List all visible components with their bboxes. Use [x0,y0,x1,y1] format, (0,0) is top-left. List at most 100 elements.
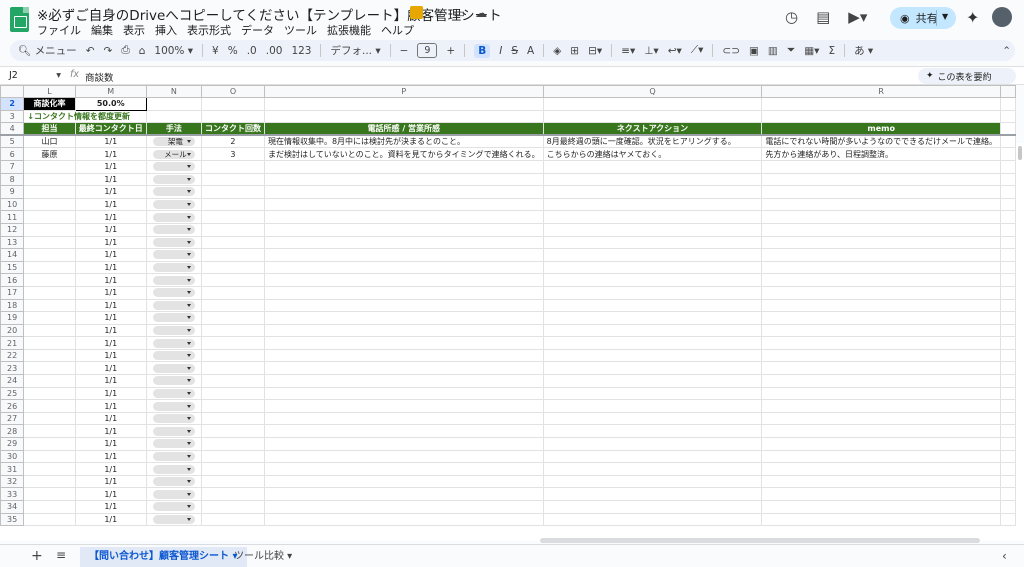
cell[interactable] [1000,285,1016,300]
collapse-toolbar-icon[interactable]: ⌃ [1002,45,1011,57]
count-cell[interactable] [200,222,265,237]
memo-cell[interactable] [761,386,1002,401]
method-dropdown-chip[interactable] [152,363,195,373]
count-cell[interactable] [200,399,265,413]
next-action-cell[interactable] [542,348,763,363]
bold-button[interactable]: B [474,43,491,58]
memo-cell[interactable] [761,273,1002,287]
sales-notes-cell[interactable] [263,336,544,350]
gemini-icon[interactable]: ✦ [966,8,979,27]
owner-cell[interactable]: 山口 [23,134,76,149]
method-dropdown-chip[interactable] [152,325,195,335]
method-cell[interactable] [145,248,202,262]
memo-cell[interactable] [761,285,1002,300]
count-cell[interactable] [200,185,265,199]
next-action-cell[interactable] [542,512,763,527]
menu-tools[interactable]: ツール [284,22,317,38]
memo-cell[interactable] [761,348,1002,363]
next-action-cell[interactable] [542,474,763,489]
cell[interactable] [1000,222,1016,237]
method-dropdown-chip[interactable] [152,477,195,487]
cell[interactable] [263,109,544,124]
menu-help[interactable]: ヘルプ [381,22,414,38]
share-button[interactable]: ◉ 共有 ▼ [890,7,956,29]
header-memo[interactable]: memo [761,122,1002,136]
sales-notes-cell[interactable] [263,185,544,199]
row-header[interactable]: 14 [0,248,25,262]
method-dropdown-chip[interactable] [152,200,195,210]
apps-script-icon[interactable] [410,6,423,19]
sales-notes-cell[interactable] [263,512,544,527]
count-cell[interactable] [200,424,265,439]
memo-cell[interactable] [761,512,1002,527]
kpi-value[interactable]: 50.0% [74,97,147,111]
header-contact-count[interactable]: コンタクト回数 [200,122,265,136]
corner-cell[interactable] [0,85,25,98]
owner-cell[interactable] [23,474,76,489]
count-cell[interactable] [200,235,265,250]
method-cell[interactable] [145,197,202,212]
text-color-button[interactable]: A [527,45,534,57]
currency-button[interactable]: ¥ [212,45,219,57]
next-action-cell[interactable] [542,285,763,300]
star-icon[interactable]: ☆ [433,6,444,20]
count-cell[interactable] [200,437,265,451]
date-cell[interactable]: 1/1 [74,248,147,262]
sales-notes-cell[interactable] [263,298,544,313]
menu-file[interactable]: ファイル [37,22,81,38]
method-cell[interactable] [145,411,202,426]
next-action-cell[interactable] [542,462,763,476]
row-header[interactable]: 32 [0,474,25,489]
sheet-tab-inquiry[interactable]: 【問い合わせ】顧客管理シート ▾ [80,547,247,567]
cell[interactable] [1000,122,1016,136]
cell[interactable] [542,109,763,124]
memo-cell[interactable] [761,336,1002,350]
method-dropdown-chip[interactable] [152,401,195,411]
memo-cell[interactable] [761,260,1002,275]
memo-cell[interactable] [761,311,1002,325]
sales-notes-cell[interactable] [263,197,544,212]
owner-cell[interactable] [23,311,76,325]
date-cell[interactable]: 1/1 [74,399,147,413]
count-cell[interactable] [200,197,265,212]
sales-notes-cell[interactable] [263,285,544,300]
method-cell[interactable] [145,348,202,363]
date-cell[interactable]: 1/1 [74,222,147,237]
method-dropdown-chip[interactable] [152,451,195,461]
menu-edit[interactable]: 編集 [91,22,113,38]
next-action-cell[interactable] [542,487,763,501]
cloud-status-icon[interactable]: ☁ [475,6,487,20]
method-cell[interactable] [145,474,202,489]
method-dropdown-chip[interactable] [152,426,195,436]
cell[interactable] [1000,336,1016,350]
memo-cell[interactable] [761,323,1002,338]
owner-cell[interactable] [23,437,76,451]
print-icon[interactable]: ⎙ [121,44,129,57]
memo-cell[interactable] [761,462,1002,476]
method-cell[interactable] [145,399,202,413]
owner-cell[interactable] [23,386,76,401]
sales-notes-cell[interactable] [263,411,544,426]
method-dropdown-chip[interactable] [152,376,195,386]
method-dropdown-chip[interactable] [152,300,195,310]
date-cell[interactable]: 1/1 [74,185,147,199]
next-action-cell[interactable] [542,197,763,212]
date-cell[interactable]: 1/1 [74,260,147,275]
owner-cell[interactable] [23,172,76,187]
row-header[interactable]: 30 [0,449,25,464]
method-cell[interactable]: メール [145,147,202,161]
scroll-thumb[interactable] [1018,146,1022,160]
text-wrap-icon[interactable]: ↩▾ [668,45,682,57]
method-cell[interactable] [145,449,202,464]
avatar[interactable] [992,7,1012,27]
row-header[interactable]: 10 [0,197,25,212]
date-cell[interactable]: 1/1 [74,172,147,187]
memo-cell[interactable] [761,424,1002,439]
method-dropdown-chip[interactable] [152,212,195,222]
cell[interactable] [1000,386,1016,401]
owner-cell[interactable] [23,462,76,476]
column-header-n[interactable]: N [145,85,202,98]
cell[interactable] [1000,437,1016,451]
method-dropdown-chip[interactable] [152,288,195,298]
cell[interactable] [1000,512,1016,527]
